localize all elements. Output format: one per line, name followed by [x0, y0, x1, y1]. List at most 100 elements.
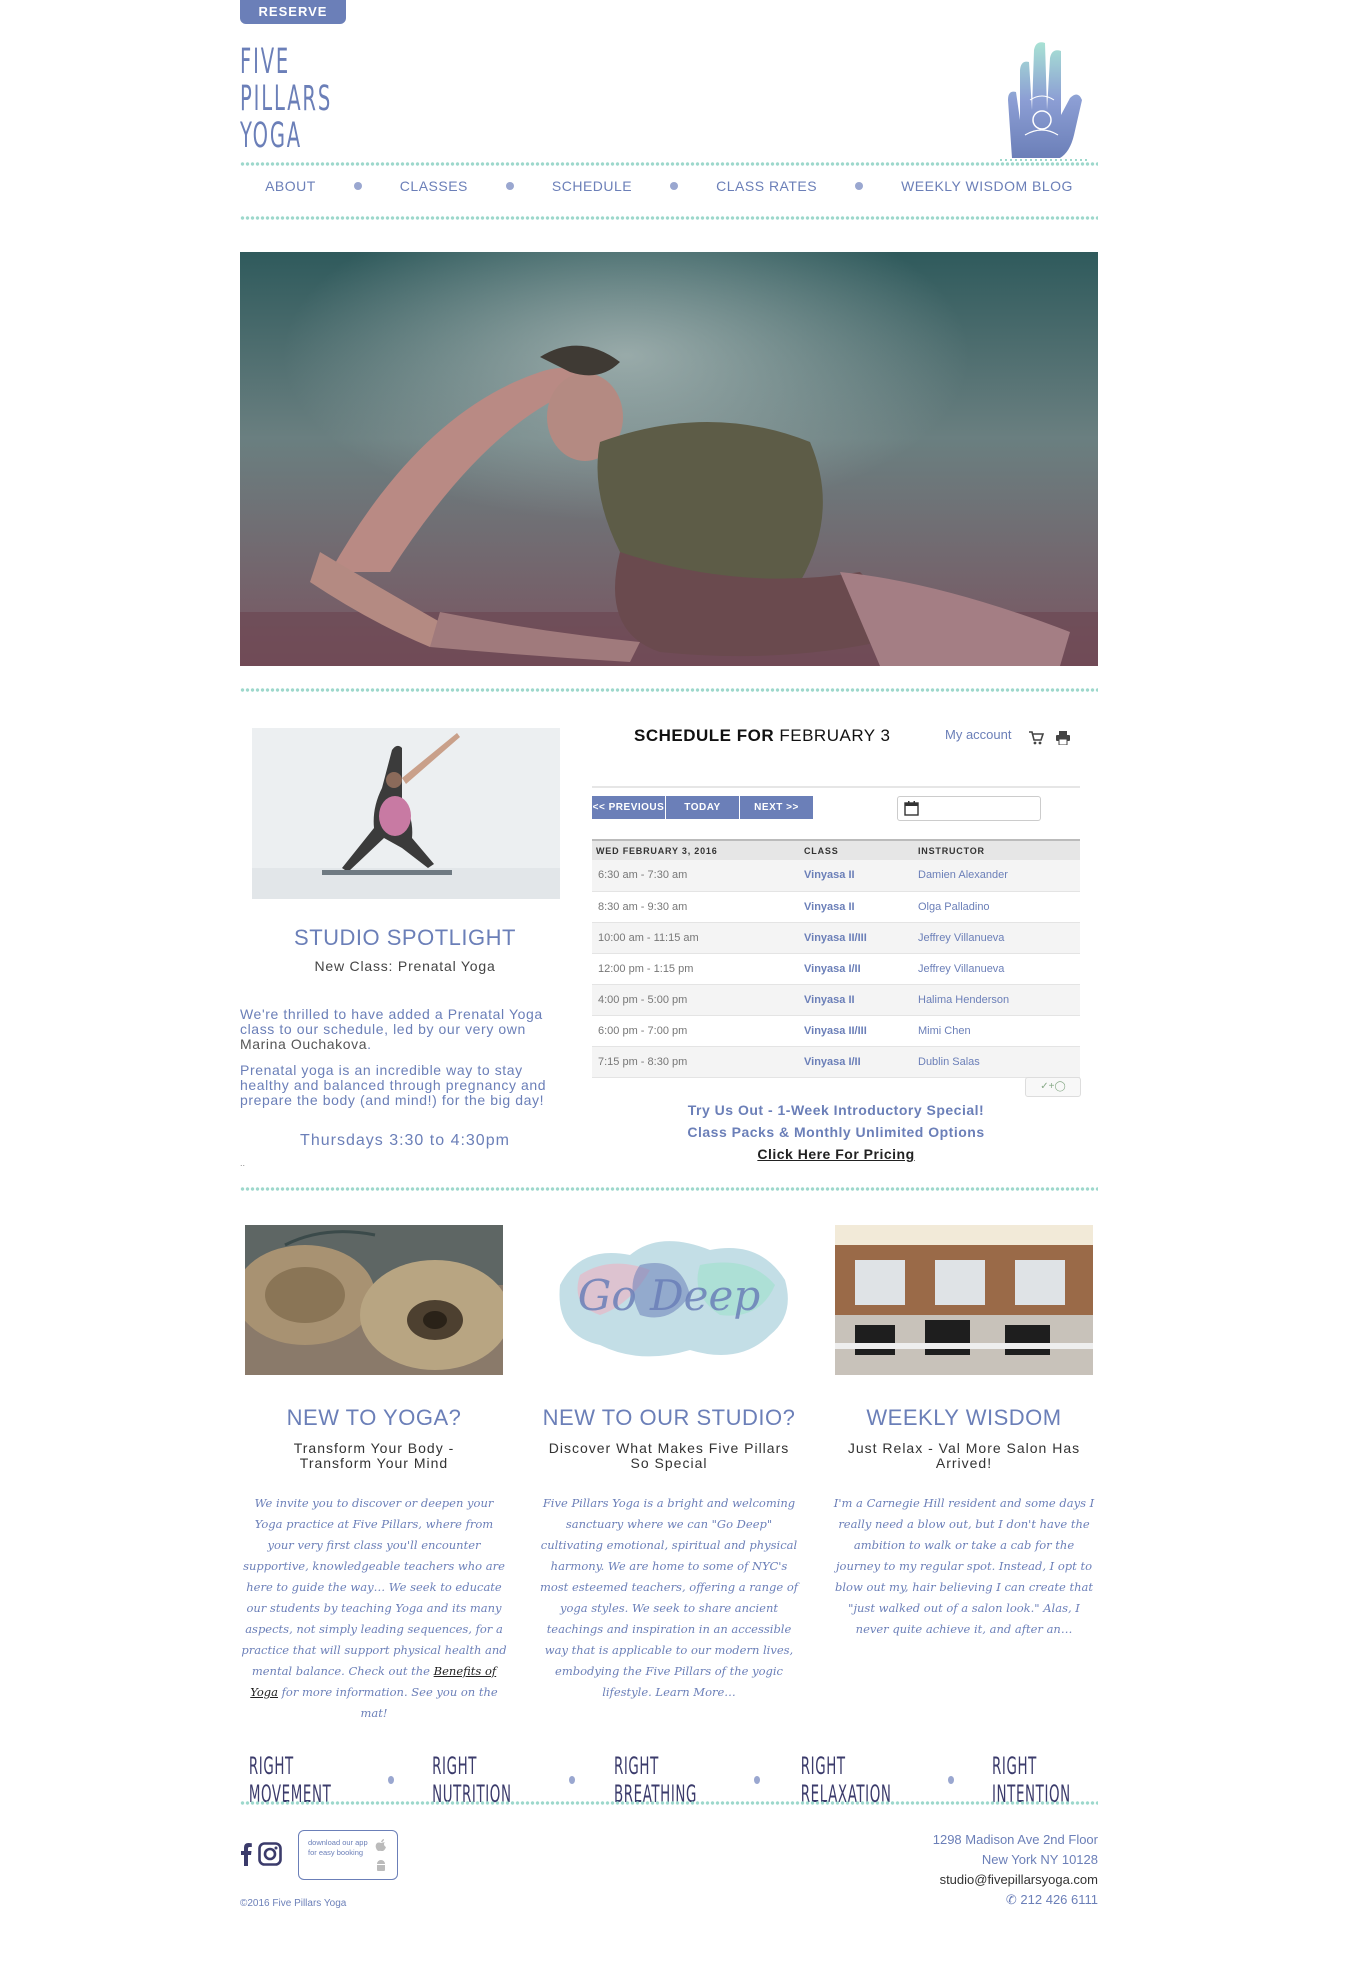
- column-new-to-yoga: NEW TO YOGA? Transform Your Body - Transf…: [235, 1225, 510, 1724]
- instructor-link[interactable]: Olga Palladino: [918, 891, 1080, 923]
- column-weekly-wisdom: WEEKLY WISDOM Just Relax - Val More Salo…: [830, 1225, 1098, 1640]
- table-row: 6:00 pm - 7:00 pm Vinyasa II/III Mimi Ch…: [592, 1015, 1080, 1047]
- column-header-instructor: INSTRUCTOR: [918, 839, 1080, 860]
- phone-line[interactable]: ✆ 212 426 6111: [933, 1890, 1098, 1910]
- spotlight-title: STUDIO SPOTLIGHT: [294, 925, 516, 950]
- pricing-link[interactable]: Click Here For Pricing: [592, 1146, 1080, 1162]
- table-row: 4:00 pm - 5:00 pm Vinyasa II Halima Hend…: [592, 984, 1080, 1016]
- instructor-link[interactable]: Damien Alexander: [918, 860, 1080, 892]
- android-icon: [377, 1860, 385, 1871]
- go-deep-image[interactable]: Go Deep: [540, 1225, 798, 1375]
- instructor-name: Marina Ouchakova: [240, 1036, 368, 1052]
- nav-weekly-wisdom-blog[interactable]: WEEKLY WISDOM BLOG: [901, 178, 1073, 194]
- prenatal-yoga-image: [252, 728, 560, 899]
- class-name-link[interactable]: Vinyasa I/II: [804, 953, 918, 985]
- instructor-link[interactable]: Jeffrey Villanueva: [918, 953, 1080, 985]
- reserve-button[interactable]: RESERVE: [240, 0, 346, 24]
- schedule-title-date: FEBRUARY 3: [779, 726, 891, 745]
- nav-separator: [505, 182, 514, 190]
- main-nav: ABOUT CLASSES SCHEDULE CLASS RATES WEEKL…: [240, 178, 1098, 194]
- schedule-table: WED FEBRUARY 3, 2016 CLASS INSTRUCTOR 6:…: [592, 839, 1080, 1078]
- instructor-link[interactable]: Dublin Salas: [918, 1046, 1080, 1078]
- column-body: Five Pillars Yoga is a bright and welcom…: [539, 1496, 799, 1699]
- logo[interactable]: FIVE PILLARS YOGA: [240, 44, 332, 155]
- divider: [240, 1800, 1098, 1806]
- subtitle-line: Discover What Makes Five Pillars: [548, 1440, 790, 1456]
- instagram-icon[interactable]: [258, 1842, 282, 1866]
- column-title: NEW TO OUR STUDIO?: [542, 1405, 796, 1430]
- column-header-class: CLASS: [804, 839, 918, 860]
- app-download-badge[interactable]: download our app for easy booking: [298, 1830, 398, 1880]
- printer-icon[interactable]: [1055, 731, 1071, 745]
- promo-intro: Try Us Out - 1-Week Introductory Special…: [687, 1102, 985, 1118]
- column-header-date: WED FEBRUARY 3, 2016: [592, 839, 804, 860]
- schedule-title: SCHEDULE FOR FEBRUARY 3: [634, 726, 891, 746]
- my-account-link[interactable]: My account: [945, 727, 1011, 742]
- today-button[interactable]: TODAY: [666, 796, 740, 819]
- app-download-text: download our app for easy booking: [308, 1838, 368, 1857]
- instructor-link[interactable]: Jeffrey Villanueva: [918, 922, 1080, 954]
- subtitle-line: So Special: [630, 1455, 708, 1471]
- class-name-link[interactable]: Vinyasa II/III: [804, 1015, 918, 1047]
- class-time: 6:00 pm - 7:00 pm: [592, 1015, 804, 1047]
- class-name-link[interactable]: Vinyasa II: [804, 860, 918, 892]
- class-name-link[interactable]: Vinyasa I/II: [804, 1046, 918, 1078]
- subtitle-line: Transform Your Body -: [293, 1440, 455, 1456]
- instructor-link[interactable]: Halima Henderson: [918, 984, 1080, 1016]
- spotlight-paragraph: Prenatal yoga is an incredible way to st…: [240, 1062, 547, 1108]
- column-new-to-studio: Go Deep NEW TO OUR STUDIO? Discover What…: [535, 1225, 803, 1703]
- schedule-nav-buttons: << PREVIOUS TODAY NEXT >>: [592, 796, 814, 819]
- contact-info: 1298 Madison Ave 2nd Floor New York NY 1…: [933, 1830, 1098, 1910]
- column-subtitle: Just Relax - Val More Salon Has Arrived!: [830, 1441, 1098, 1471]
- nav-classes[interactable]: CLASSES: [400, 178, 468, 194]
- calendar-icon: [904, 801, 919, 816]
- mindbody-badge[interactable]: ✓+◯: [1025, 1077, 1081, 1097]
- divider: [240, 161, 1098, 167]
- date-picker[interactable]: [897, 796, 1041, 821]
- salon-image[interactable]: [835, 1225, 1093, 1375]
- class-name-link[interactable]: Vinyasa II: [804, 984, 918, 1016]
- nav-about[interactable]: ABOUT: [265, 178, 316, 194]
- spotlight-text: We're thrilled to have added a Prenatal …: [240, 1006, 543, 1037]
- divider: [240, 215, 1098, 221]
- singing-bowl-image[interactable]: [235, 1225, 510, 1375]
- instructor-link[interactable]: Mimi Chen: [918, 1015, 1080, 1047]
- class-time: 12:00 pm - 1:15 pm: [592, 953, 804, 985]
- divider: [240, 687, 1098, 693]
- class-name-link[interactable]: Vinyasa II/III: [804, 922, 918, 954]
- logo-line: YOGA: [240, 116, 303, 156]
- column-body: We invite you to discover or deepen your…: [240, 1493, 508, 1724]
- copyright: ©2016 Five Pillars Yoga: [240, 1898, 347, 1909]
- table-row: 7:15 pm - 8:30 pm Vinyasa I/II Dublin Sa…: [592, 1046, 1080, 1078]
- address-line-1: 1298 Madison Ave 2nd Floor: [932, 1832, 1098, 1847]
- class-time: 10:00 am - 11:15 am: [592, 922, 804, 954]
- column-body: I'm a Carnegie Hill resident and some da…: [833, 1496, 1095, 1636]
- nav-class-rates[interactable]: CLASS RATES: [716, 178, 817, 194]
- body-text: We invite you to discover or deepen your…: [241, 1496, 507, 1678]
- spotlight-paragraph: We're thrilled to have added a Prenatal …: [240, 1007, 560, 1052]
- schedule-divider: [592, 786, 1080, 788]
- next-button[interactable]: NEXT >>: [740, 796, 814, 819]
- body-text: for more information. See you on the mat…: [278, 1685, 498, 1720]
- nav-schedule[interactable]: SCHEDULE: [552, 178, 632, 194]
- nav-separator: [353, 182, 362, 190]
- email-link[interactable]: studio@fivepillarsyoga.com: [933, 1870, 1098, 1890]
- table-row: 12:00 pm - 1:15 pm Vinyasa I/II Jeffrey …: [592, 953, 1080, 985]
- class-time: 4:00 pm - 5:00 pm: [592, 984, 804, 1016]
- spotlight-subtitle: New Class: Prenatal Yoga: [314, 958, 496, 974]
- facebook-icon[interactable]: [240, 1842, 252, 1866]
- table-row: 8:30 am - 9:30 am Vinyasa II Olga Pallad…: [592, 891, 1080, 923]
- apple-icon: [375, 1839, 386, 1851]
- nav-separator: [670, 182, 679, 190]
- table-row: 6:30 am - 7:30 am Vinyasa II Damien Alex…: [592, 860, 1080, 892]
- pillar-separator: [568, 1776, 575, 1784]
- subtitle-line: Arrived!: [935, 1455, 993, 1471]
- social-links: [240, 1842, 282, 1866]
- previous-button[interactable]: << PREVIOUS: [592, 796, 666, 819]
- cart-icon[interactable]: [1028, 731, 1044, 745]
- pillar-separator: [948, 1776, 955, 1784]
- subtitle-line: Just Relax - Val More Salon Has: [847, 1440, 1081, 1456]
- phone-icon: ✆: [1005, 1892, 1021, 1907]
- column-title: NEW TO YOGA?: [286, 1405, 462, 1430]
- class-name-link[interactable]: Vinyasa II: [804, 891, 918, 923]
